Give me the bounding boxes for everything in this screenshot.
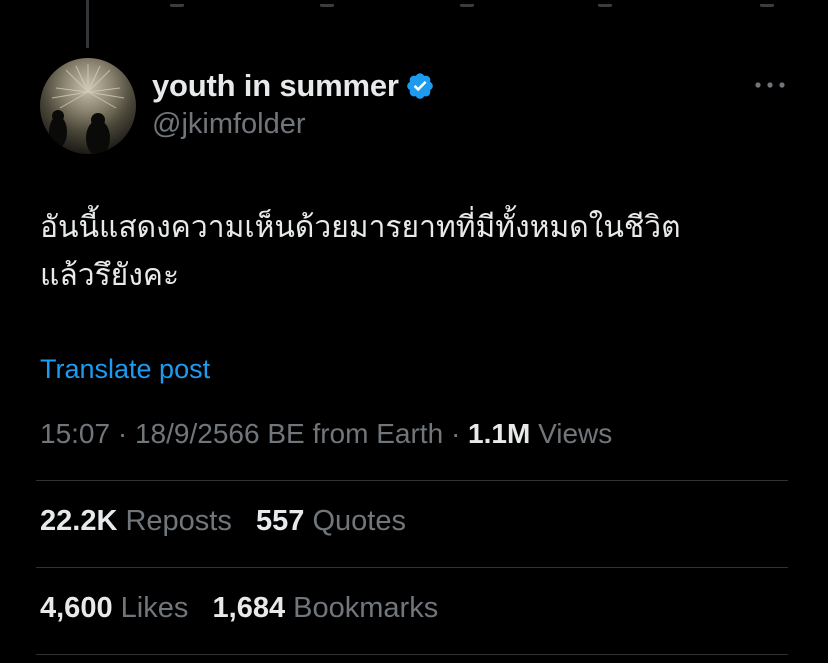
meta-separator: · (117, 418, 128, 449)
repost-icon[interactable] (320, 0, 334, 7)
views-icon[interactable] (598, 0, 612, 7)
bookmarks-label: Bookmarks (293, 592, 439, 624)
quotes-count: 557 (256, 505, 305, 537)
reposts-stat[interactable]: 22.2K Reposts (40, 505, 232, 537)
reply-icon[interactable] (170, 0, 184, 7)
likes-count: 4,600 (40, 592, 113, 624)
author-name-row[interactable]: youth in summer (152, 66, 435, 106)
post-metadata: 15:07 · 18/9/2566 BE from Earth · 1.1M V… (40, 418, 612, 450)
post-text-line-1: อันนี้แสดงความเห็นด้วยมารยาทที่มีทั้งหมด… (40, 210, 681, 245)
reposts-quotes-row: 22.2K Reposts 557 Quotes (40, 505, 406, 538)
post-date-source[interactable]: 18/9/2566 BE from Earth (135, 418, 443, 449)
bookmarks-count: 1,684 (212, 592, 286, 624)
verified-badge-icon (406, 73, 433, 99)
views-count[interactable]: 1.1M (468, 418, 530, 449)
post-text-line-2: แล้วรึยังคะ (40, 258, 180, 293)
user-handle[interactable]: @jkimfolder (152, 108, 306, 141)
bookmarks-stat[interactable]: 1,684 Bookmarks (213, 592, 439, 624)
more-options-icon[interactable] (752, 74, 788, 96)
likes-stat[interactable]: 4,600 Likes (40, 592, 188, 624)
display-name[interactable]: youth in summer (152, 68, 399, 104)
reposts-count: 22.2K (40, 505, 118, 537)
thread-connector-line (86, 0, 89, 48)
quotes-label: Quotes (312, 505, 406, 537)
meta-separator: · (450, 418, 461, 449)
quotes-stat[interactable]: 557 Quotes (256, 505, 406, 537)
post-text: อันนี้แสดงความเห็นด้วยมารยาทที่มีทั้งหมด… (40, 204, 800, 300)
views-label: Views (538, 418, 613, 449)
divider (36, 480, 788, 481)
divider (36, 654, 788, 655)
reposts-label: Reposts (125, 505, 232, 537)
post-time[interactable]: 15:07 (40, 418, 110, 449)
avatar[interactable] (40, 58, 136, 154)
share-icon[interactable] (760, 0, 774, 7)
like-icon[interactable] (460, 0, 474, 7)
likes-label: Likes (120, 592, 189, 624)
divider (36, 567, 788, 568)
translate-post-link[interactable]: Translate post (40, 354, 210, 385)
avatar-fireworks-image (49, 64, 125, 154)
likes-bookmarks-row: 4,600 Likes 1,684 Bookmarks (40, 592, 438, 625)
previous-post-action-bar (0, 0, 828, 7)
